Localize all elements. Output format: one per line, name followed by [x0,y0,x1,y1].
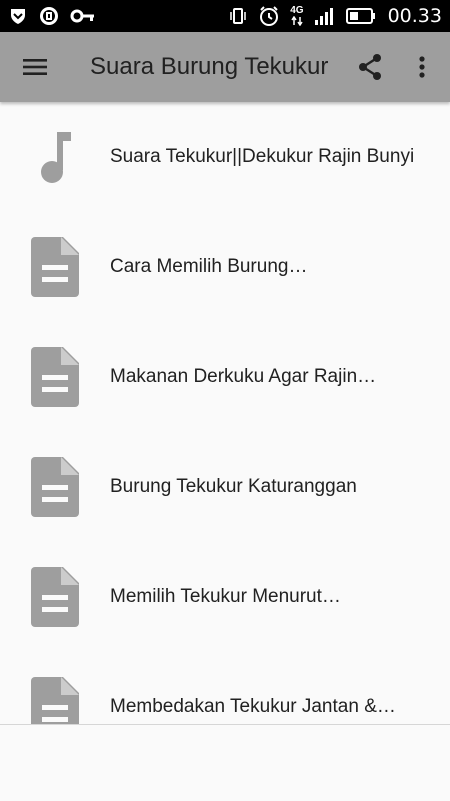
hamburger-icon [23,59,47,75]
battery-icon [345,7,376,25]
list-item-label: Suara Tekukur||Dekukur Rajin Bunyi [110,146,415,167]
status-bar: 4G 00.33 [0,0,450,32]
music-note-icon [30,126,80,188]
more-vert-icon [419,56,425,78]
list-item[interactable]: Memilih Tekukur Menurut… [0,542,450,652]
document-icon [30,236,80,298]
list-item-label: Memilih Tekukur Menurut… [110,586,341,607]
list-item[interactable]: Suara Tekukur||Dekukur Rajin Bunyi [0,102,450,212]
alarm-icon [258,5,280,27]
signal-icon [314,6,336,26]
list-item-label: Burung Tekukur Katuranggan [110,476,357,497]
list-item-label: Makanan Derkuku Agar Rajin… [110,366,377,387]
content-list: Suara Tekukur||Dekukur Rajin Bunyi Cara … [0,102,450,724]
menu-button[interactable] [0,32,70,102]
vpn-key-icon [70,6,96,26]
bottom-area [0,724,450,801]
app-bar: Suara Burung Tekukur [0,32,450,102]
document-icon [30,566,80,628]
share-button[interactable] [350,32,390,102]
list-item-label: Membedakan Tekukur Jantan &… [110,696,396,717]
vibrate-icon [228,6,248,26]
list-item[interactable]: Burung Tekukur Katuranggan [0,432,450,542]
share-icon [359,54,381,80]
overflow-menu-button[interactable] [404,32,440,102]
list-item-label: Cara Memilih Burung… [110,256,308,277]
status-notifications [8,5,96,27]
list-item[interactable]: Membedakan Tekukur Jantan &… [0,652,450,724]
data-arrows-icon: 4G [290,5,304,26]
list-item[interactable]: Makanan Derkuku Agar Rajin… [0,322,450,432]
network-type-label: 4G [290,5,304,16]
app-title: Suara Burung Tekukur [90,53,329,80]
status-system-icons: 4G 00.33 [228,5,442,27]
document-icon [30,676,80,724]
document-icon [30,456,80,518]
list-item[interactable]: Cara Memilih Burung… [0,212,450,322]
notification-shield-icon [8,6,28,26]
notification-app-icon [38,5,60,27]
status-time: 00.33 [387,5,442,27]
document-icon [30,346,80,408]
